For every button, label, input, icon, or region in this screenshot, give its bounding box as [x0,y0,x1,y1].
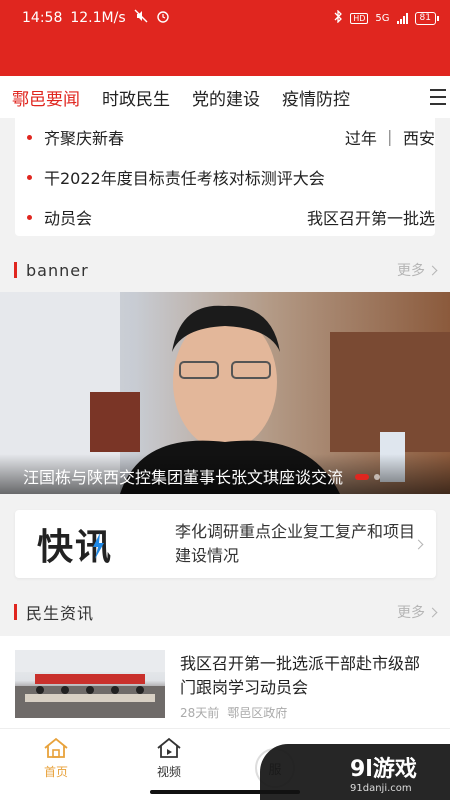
hd-icon: HD [350,12,369,24]
banner-section-header: banner 更多 [0,250,450,290]
bullet-icon [27,214,32,220]
more-label: 更多 [397,605,425,621]
flash-logo: 快讯 [15,518,155,570]
tab-yiqing[interactable]: 疫情防控 [282,85,350,110]
bullet-icon [27,174,32,180]
mute-icon [134,9,148,27]
news-more-link[interactable]: 更多 [397,602,438,622]
home-icon [44,737,68,758]
news-title: 我区召开第一批选派干部赴市级部门跟岗学习动员会 [180,654,421,697]
battery-icon: 81 [414,11,440,25]
signal-icon [396,12,408,24]
carousel-indicator [355,474,380,480]
watermark-brand: 9l游戏 [350,756,417,782]
ticker-text: 齐聚庆新春 [44,129,125,148]
app-screen: 14:58 12.1M/s HD 5G 81 鄠邑要闻 时政民生 党的建设 疫情… [0,0,450,800]
section-marker [14,262,17,278]
news-thumbnail [15,650,165,718]
ticker-item[interactable]: 齐聚庆新春 过年 ｜ 西安 [15,118,435,156]
lightning-icon [93,533,105,559]
network-type: 5G [375,12,390,24]
more-label: 更多 [397,263,425,279]
tab-yaowen[interactable]: 鄠邑要闻 [12,85,80,110]
chevron-right-icon [427,265,438,275]
news-time: 28天前 [180,706,220,720]
bullet-icon [27,134,32,140]
status-time: 14:58 [22,10,63,26]
section-title: 民生资讯 [26,604,95,623]
ticker-item[interactable]: 干2022年度目标责任考核对标测评大会 [15,158,435,196]
section-marker [14,604,17,620]
news-meta: 28天前 鄠邑区政府 [180,704,287,721]
ticker-item[interactable]: 动员会 我区召开第一批选 [15,198,435,236]
ticker-text: 干2022年度目标责任考核对标测评大会 [44,169,325,188]
alarm-icon [156,9,170,27]
flash-news-card[interactable]: 快讯 李化调研重点企业复工复产和项目建设情况 [15,510,436,578]
banner-more-link[interactable]: 更多 [397,260,438,280]
home-indicator[interactable] [150,790,300,794]
flash-news-text: 李化调研重点企业复工复产和项目建设情况 [175,522,416,565]
banner-carousel[interactable]: 汪国栋与陕西交控集团董事长张文琪座谈交流 [0,292,450,494]
nav-label: 视频 [156,765,181,779]
status-bar: 14:58 12.1M/s HD 5G 81 [0,0,450,36]
video-icon [157,737,181,758]
nav-home[interactable]: 首页 [26,737,86,780]
bluetooth-icon [334,9,343,26]
news-list-item[interactable]: 我区召开第一批选派干部赴市级部门跟岗学习动员会 28天前 鄠邑区政府 [0,636,450,728]
news-section-header: 民生资讯 更多 [0,592,450,632]
watermark-url: 91danji.com [350,782,412,794]
headline-ticker: 齐聚庆新春 过年 ｜ 西安 干2022年度目标责任考核对标测评大会 动员会 我区… [15,118,435,236]
ticker-text-scroll: 我区召开第一批选 [306,209,435,228]
nav-label: 首页 [43,765,68,779]
tab-shizheng[interactable]: 时政民生 [102,85,170,110]
nav-video[interactable]: 视频 [139,737,199,780]
banner-caption: 汪国栋与陕西交控集团董事长张文琪座谈交流 [0,454,450,494]
tabs-menu-icon[interactable] [422,76,450,118]
news-source: 鄠邑区政府 [227,706,288,720]
chevron-right-icon [413,539,424,549]
tab-dangjian[interactable]: 党的建设 [192,85,260,110]
ticker-text: 动员会 [44,209,93,228]
category-tabs: 鄠邑要闻 时政民生 党的建设 疫情防控 [0,76,450,118]
network-speed: 12.1M/s [70,10,126,26]
section-title: banner [26,260,89,280]
chevron-right-icon [427,607,438,617]
ticker-text-scroll: 过年 ｜ 西安 [344,129,435,148]
